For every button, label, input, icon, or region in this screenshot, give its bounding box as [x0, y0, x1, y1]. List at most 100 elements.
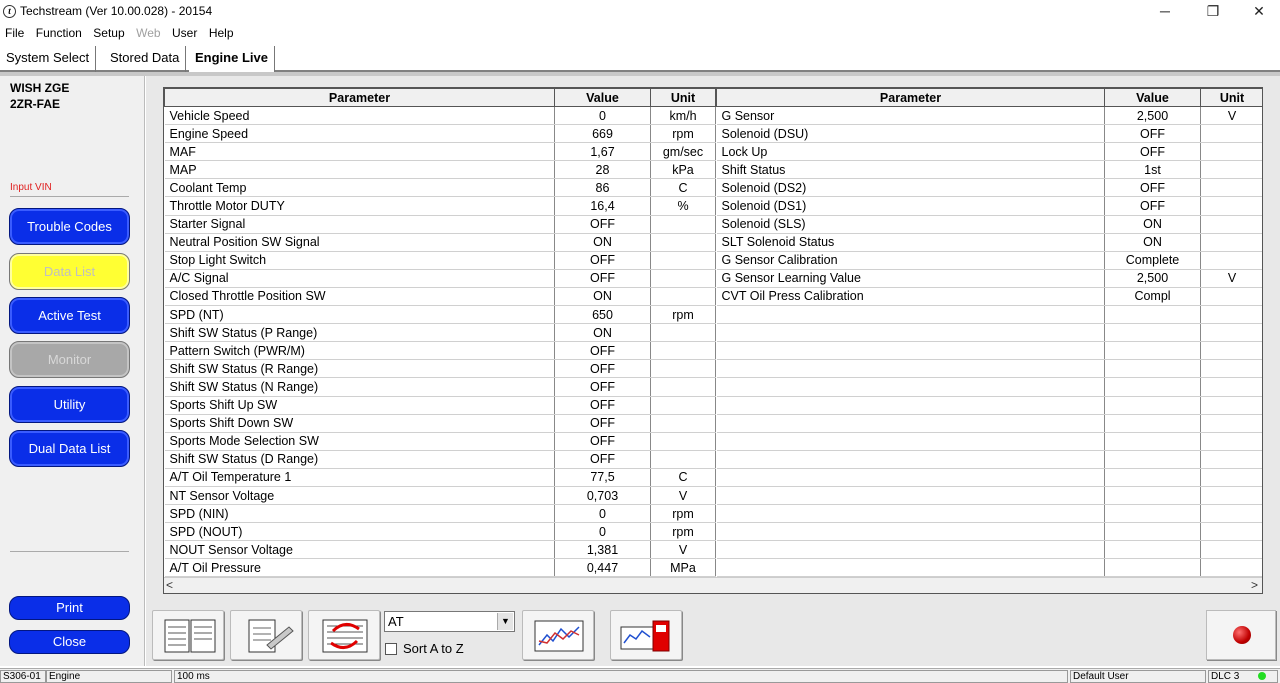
column-header-value[interactable]: Value [1104, 88, 1201, 107]
table-row[interactable]: NOUT Sensor Voltage 1,381 V [164, 540, 716, 560]
table-row[interactable]: G Sensor Learning Value 2,500 V [716, 269, 1262, 288]
table-row[interactable]: Starter Signal OFF [164, 215, 716, 234]
table-row[interactable] [716, 558, 1262, 578]
table-row[interactable]: Stop Light Switch OFF [164, 251, 716, 270]
unit-cell [650, 341, 716, 361]
table-row[interactable]: Shift SW Status (R Range) OFF [164, 359, 716, 379]
table-row[interactable] [716, 486, 1262, 506]
table-row[interactable]: Sports Shift Up SW OFF [164, 396, 716, 415]
table-row[interactable] [716, 396, 1262, 415]
table-row[interactable] [716, 504, 1262, 524]
table-row[interactable]: Lock Up OFF [716, 142, 1262, 162]
table-row[interactable]: MAP 28 kPa [164, 160, 716, 180]
minimize-button[interactable]: ─ [1142, 0, 1188, 24]
group-select[interactable]: AT ▼ [384, 611, 515, 632]
table-row[interactable] [716, 323, 1262, 343]
restore-button[interactable]: ❐ [1190, 0, 1236, 24]
menu-user[interactable]: User [167, 24, 197, 40]
unit-cell [650, 359, 716, 379]
table-row[interactable]: A/T Oil Temperature 1 77,5 C [164, 468, 716, 487]
table-row[interactable] [716, 468, 1262, 487]
input-vin-link[interactable]: Input VIN [10, 182, 52, 193]
table-row[interactable] [716, 432, 1262, 451]
table-row[interactable]: Closed Throttle Position SW ON [164, 287, 716, 307]
value-cell: ON [554, 233, 651, 252]
table-row[interactable]: Sports Mode Selection SW OFF [164, 432, 716, 451]
table-row[interactable]: SLT Solenoid Status ON [716, 233, 1262, 252]
scroll-right-arrow-icon[interactable]: > [1251, 578, 1258, 592]
menu-file[interactable]: File [0, 24, 24, 40]
table-row[interactable]: SPD (NOUT) 0 rpm [164, 522, 716, 542]
table-row[interactable]: Pattern Switch (PWR/M) OFF [164, 341, 716, 361]
table-row[interactable]: Shift SW Status (D Range) OFF [164, 450, 716, 469]
table-row[interactable]: Solenoid (DS2) OFF [716, 178, 1262, 198]
swap-view-button[interactable] [308, 610, 380, 660]
table-row[interactable]: Neutral Position SW Signal ON [164, 233, 716, 252]
table-row[interactable]: Vehicle Speed 0 km/h [164, 106, 716, 126]
horizontal-scrollbar[interactable]: < > [164, 577, 1262, 593]
scroll-left-arrow-icon[interactable]: < [166, 578, 173, 592]
column-header-parameter[interactable]: Parameter [716, 88, 1105, 107]
data-list-grid[interactable]: Parameter Value Unit Vehicle Speed 0 km/h E… [163, 87, 1263, 594]
table-row[interactable]: Coolant Temp 86 C [164, 178, 716, 198]
utility-button[interactable]: Utility [9, 386, 130, 423]
close-button[interactable]: Close [9, 630, 130, 654]
tab-engine-live[interactable]: Engine Live [189, 46, 275, 72]
table-row[interactable]: Engine Speed 669 rpm [164, 124, 716, 144]
table-row[interactable] [716, 377, 1262, 397]
graph-button[interactable] [522, 610, 594, 660]
column-header-parameter[interactable]: Parameter [164, 88, 555, 107]
table-row[interactable]: Shift Status 1st [716, 160, 1262, 180]
column-header-unit[interactable]: Unit [650, 88, 716, 107]
unit-cell [650, 450, 716, 469]
tab-stored-data[interactable]: Stored Data [104, 46, 187, 72]
column-header-value[interactable]: Value [554, 88, 651, 107]
menu-function[interactable]: Function [31, 24, 82, 40]
dual-data-list-button[interactable]: Dual Data List [9, 430, 130, 467]
table-row[interactable] [716, 414, 1262, 433]
menu-setup[interactable]: Setup [88, 24, 124, 40]
record-button[interactable] [1206, 610, 1276, 660]
parameter-cell [716, 414, 1105, 433]
snapshot-button[interactable] [230, 610, 302, 660]
chevron-down-icon[interactable]: ▼ [497, 613, 513, 630]
table-row[interactable]: SPD (NT) 650 rpm [164, 305, 716, 325]
table-row[interactable]: Solenoid (SLS) ON [716, 215, 1262, 234]
table-row[interactable]: A/C Signal OFF [164, 269, 716, 288]
menu-help[interactable]: Help [204, 24, 234, 40]
table-row[interactable]: Shift SW Status (N Range) OFF [164, 377, 716, 397]
table-row[interactable]: A/T Oil Pressure 0,447 MPa [164, 558, 716, 578]
sidebar-divider [10, 551, 129, 552]
trouble-codes-button[interactable]: Trouble Codes [9, 208, 130, 245]
tab-system-select[interactable]: System Select [0, 46, 97, 72]
table-row[interactable]: G Sensor Calibration Complete [716, 251, 1262, 270]
column-header-unit[interactable]: Unit [1200, 88, 1262, 107]
table-row[interactable] [716, 305, 1262, 325]
table-row[interactable]: MAF 1,67 gm/sec [164, 142, 716, 162]
value-cell: 0 [554, 504, 651, 524]
sort-checkbox[interactable] [385, 643, 397, 655]
table-row[interactable]: G Sensor 2,500 V [716, 106, 1262, 126]
table-row[interactable]: Solenoid (DS1) OFF [716, 196, 1262, 216]
table-row[interactable] [716, 341, 1262, 361]
select-parameters-button[interactable] [152, 610, 224, 660]
group-select-value: AT [388, 614, 404, 629]
table-row[interactable] [716, 522, 1262, 542]
table-row[interactable] [716, 450, 1262, 469]
unit-cell [1200, 196, 1262, 216]
table-row[interactable]: SPD (NIN) 0 rpm [164, 504, 716, 524]
table-row[interactable] [716, 540, 1262, 560]
value-cell [1104, 468, 1201, 487]
fuel-graph-button[interactable] [610, 610, 682, 660]
table-row[interactable] [716, 359, 1262, 379]
close-window-button[interactable]: ✕ [1236, 0, 1280, 24]
table-row[interactable]: Sports Shift Down SW OFF [164, 414, 716, 433]
table-row[interactable]: Throttle Motor DUTY 16,4% [164, 196, 716, 216]
table-row[interactable]: CVT Oil Press Calibration Compl [716, 287, 1262, 307]
table-row[interactable]: Solenoid (DSU) OFF [716, 124, 1262, 144]
active-test-button[interactable]: Active Test [9, 297, 130, 334]
data-list-button[interactable]: Data List [9, 253, 130, 290]
table-row[interactable]: NT Sensor Voltage 0,703 V [164, 486, 716, 506]
print-button[interactable]: Print [9, 596, 130, 620]
table-row[interactable]: Shift SW Status (P Range) ON [164, 323, 716, 343]
